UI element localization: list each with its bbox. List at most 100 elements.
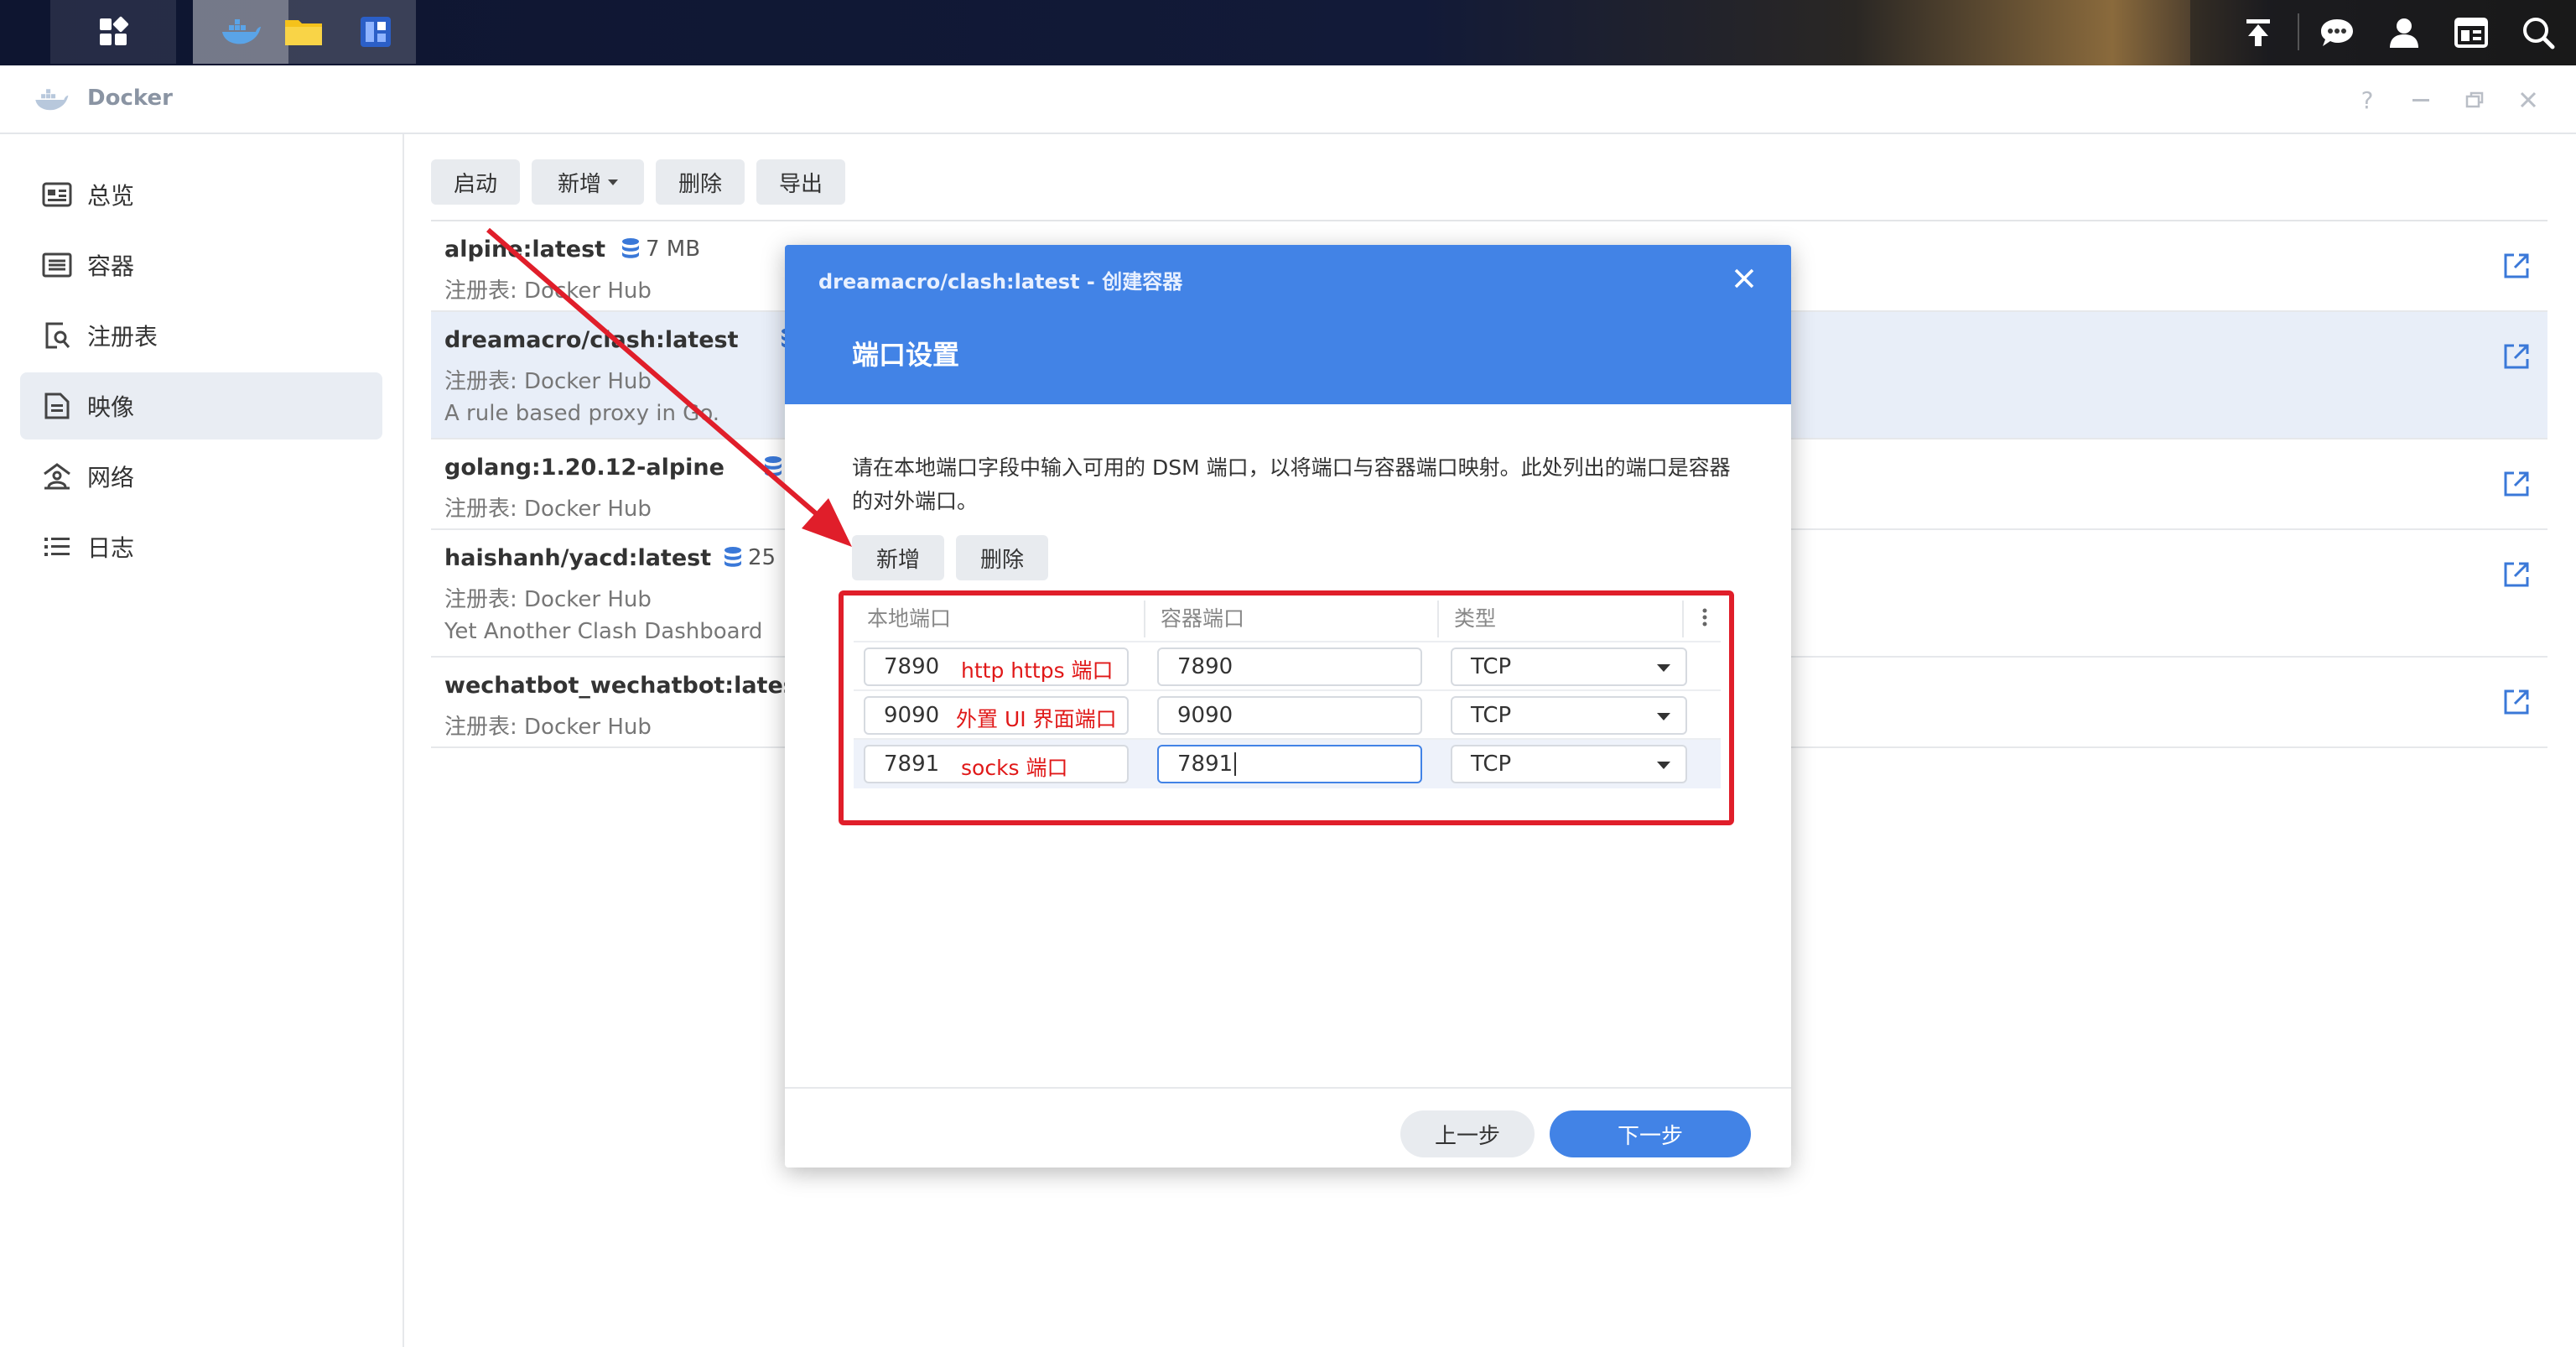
upload-icon[interactable] [2237,12,2279,54]
protocol-value: TCP [1471,703,1512,728]
window-titlebar: Docker ? [0,65,2576,134]
system-tray [2190,0,2576,65]
image-size-text: 25 [748,545,776,570]
sidebar-item-label: 容器 [87,252,135,280]
sidebar-item-label: 总览 [87,182,135,210]
external-link-icon[interactable] [2502,560,2531,589]
column-header-local-port: 本地端口 [867,606,952,631]
help-icon[interactable]: ? [2353,86,2381,114]
container-port-input[interactable]: 7891 [1157,745,1422,783]
widgets-icon[interactable] [2450,12,2492,54]
image-name: golang:1.20.12-alpine [444,455,724,481]
sidebar-item-overview[interactable]: 总览 [20,161,382,228]
add-label: 新增 [557,171,601,197]
image-size-text: 7 MB [646,237,701,262]
log-icon [40,530,74,564]
sidebar-item-registry[interactable]: 注册表 [20,302,382,369]
image-description: Yet Another Clash Dashboard [444,619,763,644]
dialog-title: dreamacro/clash:latest - 创建容器 [818,270,1183,294]
protocol-select[interactable]: TCP [1451,745,1687,783]
port-annotation: socks 端口 [961,756,1068,780]
column-header-container-port: 容器端口 [1161,606,1245,631]
close-window-icon[interactable] [2514,86,2542,114]
file-station-button[interactable] [280,0,327,64]
port-annotation: http https 端口 [961,658,1114,683]
port-annotation: 外置 UI 界面端口 [956,707,1117,731]
database-icon [724,547,741,567]
column-separator [1437,601,1439,637]
docker-app-icon [35,89,69,111]
container-port-value: 7891 [1177,752,1233,777]
text-cursor [1234,752,1237,776]
add-dropdown-button[interactable]: 新增 [532,159,644,205]
next-step-button[interactable]: 下一步 [1550,1110,1751,1157]
column-header-type: 类型 [1454,606,1497,631]
protocol-value: TCP [1471,752,1512,777]
delete-port-button[interactable]: 删除 [956,535,1048,580]
sidebar-item-label: 网络 [87,464,135,491]
image-registry: 注册表: Docker Hub [444,587,652,612]
minimize-icon[interactable] [2407,86,2435,114]
delete-button[interactable]: 删除 [656,159,745,205]
export-button[interactable]: 导出 [756,159,845,205]
chevron-down-icon [608,179,618,185]
chat-icon[interactable] [2316,12,2358,54]
dialog-header: dreamacro/clash:latest - 创建容器 端口设置 [785,245,1791,404]
close-icon[interactable] [1727,262,1761,295]
protocol-value: TCP [1471,654,1512,679]
port-row[interactable]: 7890 http https 端口 7890 TCP [854,641,1721,691]
image-name: wechatbot_wechatbot:lates [444,673,797,699]
package-center-button[interactable] [352,0,399,64]
folder-icon [285,20,322,45]
database-icon [765,456,782,476]
image-name: haishanh/yacd:latest [444,545,712,571]
protocol-select[interactable]: TCP [1451,647,1687,686]
image-size: 25 [723,545,776,570]
main-menu-button[interactable] [50,0,176,64]
sidebar-item-network[interactable]: 网络 [20,443,382,510]
sidebar-item-container[interactable]: 容器 [20,231,382,299]
column-separator [1682,601,1684,637]
image-registry: 注册表: Docker Hub [444,497,652,522]
start-button[interactable]: 启动 [431,159,520,205]
external-link-icon[interactable] [2502,688,2531,716]
taskbar [0,0,2576,65]
container-list-icon [40,248,74,282]
external-link-icon[interactable] [2502,470,2531,498]
port-row[interactable]: 7891 socks 端口 7891 TCP [854,738,1721,788]
sidebar-item-label: 映像 [87,393,135,421]
add-port-button[interactable]: 新增 [852,535,944,580]
dialog-footer: 上一步 下一步 [785,1087,1791,1168]
container-port-input[interactable]: 7890 [1157,647,1422,686]
search-icon[interactable] [2517,12,2559,54]
column-options-icon[interactable] [1692,594,1717,641]
image-registry: 注册表: Docker Hub [444,369,652,394]
external-link-icon[interactable] [2502,252,2531,280]
previous-step-button[interactable]: 上一步 [1400,1110,1535,1157]
dialog-step-title: 端口设置 [852,339,960,371]
sidebar-item-log[interactable]: 日志 [20,513,382,580]
docker-whale-icon [222,19,261,44]
caret-down-icon [1657,664,1670,672]
image-name: dreamacro/clash:latest [444,327,739,353]
restore-icon[interactable] [2460,86,2489,114]
sidebar-item-image[interactable]: 映像 [20,372,382,439]
container-port-input[interactable]: 9090 [1157,696,1422,735]
sidebar-item-label: 日志 [87,534,135,562]
port-row[interactable]: 9090 外置 UI 界面端口 9090 TCP [854,689,1721,740]
grid-icon [100,16,129,45]
docker-taskbar-button[interactable] [193,0,288,64]
image-size: 7 MB [621,237,700,262]
user-icon[interactable] [2383,12,2425,54]
dialog-description: 请在本地端口字段中输入可用的 DSM 端口，以将端口与容器端口映射。此处列出的端… [852,455,1731,513]
caret-down-icon [1657,713,1670,720]
sidebar: 总览 容器 注册表 映像 网络 日志 [0,134,404,1347]
external-link-icon[interactable] [2502,342,2531,371]
caret-down-icon [1657,762,1670,769]
protocol-select[interactable]: TCP [1451,696,1687,735]
image-icon [40,389,74,423]
image-registry: 注册表: Docker Hub [444,715,652,740]
tray-separator [2298,13,2299,50]
sidebar-item-label: 注册表 [87,323,158,351]
port-table: 本地端口 容器端口 类型 7890 http https 端口 7890 TCP… [854,594,1721,788]
